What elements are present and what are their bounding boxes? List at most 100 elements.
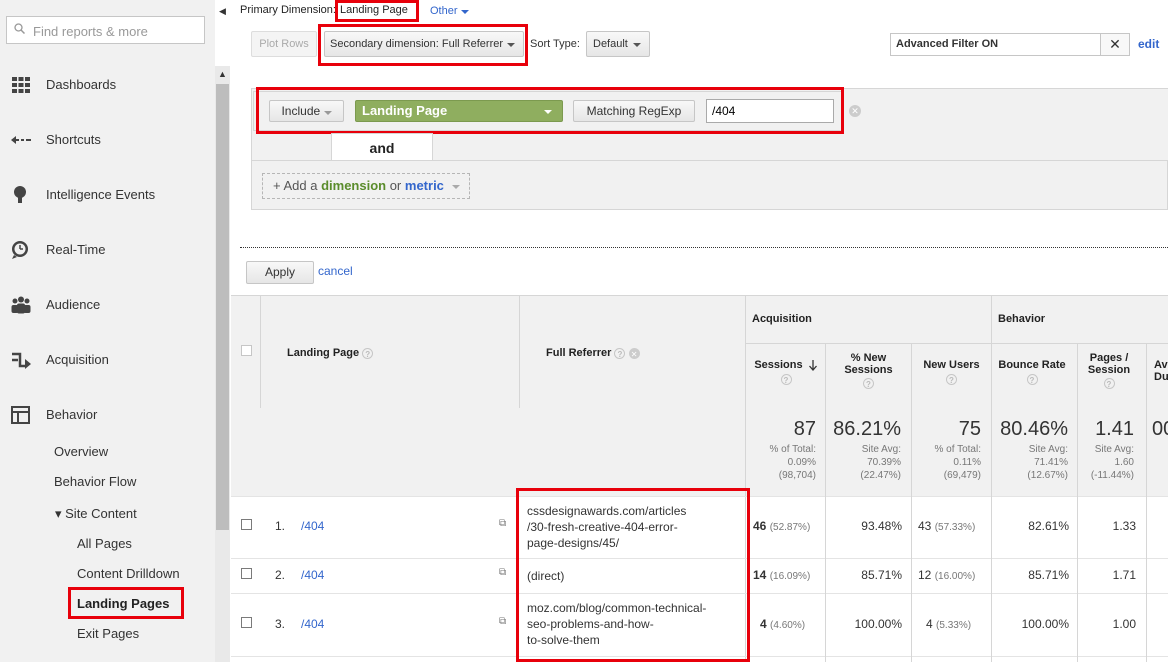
col-new-sessions[interactable]: % New Sessions ? [826,352,911,389]
divider [745,343,1168,344]
row-number: 2. [275,568,286,582]
acquisition-arrows-icon [12,352,31,369]
help-icon[interactable]: ? [946,373,957,385]
close-icon[interactable]: ✕ [1100,34,1129,55]
collapse-sidebar-icon[interactable]: ◀ [215,0,230,22]
sessions-pct: (16.09%) [769,571,811,582]
detail-line: 1.60 [1114,457,1134,468]
sidebar: Dashboards Shortcuts Intelligence Events… [0,0,215,662]
add-dimension-link[interactable]: dimension [321,178,386,193]
nav-overview[interactable]: Overview [54,444,108,459]
divider [240,247,1168,248]
col-bounce-rate[interactable]: Bounce Rate ? [992,359,1072,385]
advanced-filter-label: Advanced Filter ON [896,38,999,50]
detail-line: % of Total: [769,444,816,455]
select-all-checkbox[interactable] [241,345,252,356]
pages-cell: 1.71 [1112,568,1136,582]
new-users-cell: 43 (57.33%) [918,519,975,533]
divider [260,296,261,408]
advanced-filter-field[interactable]: Advanced Filter ON ✕ [890,33,1130,56]
dashboard-grid-icon [12,77,30,93]
nav-behavior-flow[interactable]: Behavior Flow [54,474,136,489]
nav-exit-pages[interactable]: Exit Pages [77,626,139,641]
remove-secondary-dimension-icon[interactable]: ✕ [628,347,640,359]
other-label: Other [430,5,458,17]
open-page-icon[interactable]: ⧉ [499,518,506,529]
nav-acquisition[interactable]: Acquisition [0,340,215,380]
col-label: % New [850,352,887,364]
new-users-value: 4 [926,617,933,631]
detail-line: (69,479) [943,470,981,481]
help-icon[interactable]: ? [863,377,874,389]
nav-label: Real-Time [46,242,106,257]
help-icon[interactable]: ? [1103,377,1115,389]
help-icon[interactable]: ? [1026,373,1038,385]
nav-real-time[interactable]: Real-Time [0,230,215,270]
sort-type-dropdown[interactable]: Default [586,31,650,57]
plot-rows-button[interactable]: Plot Rows [251,31,317,57]
highlight-box [256,87,844,134]
col-label: Bounce Rate [998,359,1066,371]
open-page-icon[interactable]: ⧉ [499,616,506,627]
primary-dimension-label: Primary Dimension: [240,4,336,16]
nav-audience[interactable]: Audience [0,285,215,325]
sessions-cell: 4 (4.60%) [760,617,805,631]
chevron-down-icon [633,43,641,47]
new-users-value: 43 [918,519,932,533]
total-new-users: 75 [958,418,981,440]
bounce-rate-cell: 82.61% [1028,519,1069,533]
col-label: Landing Page [287,347,360,359]
nav-label: Audience [46,297,101,312]
apply-button[interactable]: Apply [246,261,314,284]
chevron-down-icon [451,184,460,189]
group-acquisition: Acquisition [752,313,812,325]
remove-condition-icon[interactable]: ✕ [849,105,861,117]
help-icon[interactable]: ? [614,347,626,359]
search-input[interactable] [31,21,203,41]
sidebar-scroll-thumb[interactable] [216,84,229,530]
pages-cell: 1.00 [1112,617,1136,631]
edit-filter-link[interactable]: edit [1138,37,1159,51]
nav-content-drilldown[interactable]: Content Drilldown [77,566,180,581]
search-field[interactable] [6,16,205,44]
row-number: 1. [275,519,286,533]
nav-site-content[interactable]: ▾ Site Content [55,506,137,522]
chevron-down-icon [460,10,469,14]
divider [519,296,520,408]
highlight-box [335,0,419,22]
landing-page-link[interactable]: /404 [301,519,324,533]
highlight-box [516,488,750,662]
row-checkbox[interactable] [241,519,252,530]
landing-page-link[interactable]: /404 [301,568,324,582]
col-full-referrer[interactable]: Full Referrer ? ✕ [546,347,640,359]
row-checkbox[interactable] [241,568,252,579]
total-bounce-rate: 80.46% [1000,418,1068,440]
detail-line: (-11.44%) [1090,470,1134,481]
cancel-link[interactable]: cancel [318,264,353,278]
nav-shortcuts[interactable]: Shortcuts [0,120,215,160]
open-page-icon[interactable]: ⧉ [499,567,506,578]
col-avg-duration[interactable]: Av Du [1154,359,1168,383]
nav-intelligence-events[interactable]: Intelligence Events [0,175,215,215]
help-icon[interactable]: ? [780,373,792,385]
add-metric-link[interactable]: metric [405,178,444,193]
new-users-cell: 12 (16.00%) [918,568,975,582]
col-sessions[interactable]: Sessions ? [746,359,826,385]
add-dimension-or-metric-button[interactable]: + Add a dimension or metric [262,173,470,199]
other-dimension-link[interactable]: Other [430,5,469,17]
scroll-up-icon[interactable]: ▲ [215,66,230,82]
col-label: Du [1154,371,1168,383]
detail-line: (12.67%) [1027,470,1068,481]
help-icon[interactable]: ? [362,347,374,359]
shortcut-arrow-icon [11,136,31,144]
nav-all-pages[interactable]: All Pages [77,536,132,551]
row-checkbox[interactable] [241,617,252,628]
nav-behavior[interactable]: Behavior [0,395,215,435]
bounce-rate-cell: 85.71% [1028,568,1069,582]
clock-icon [12,241,28,259]
col-pages-per-session[interactable]: Pages / Session ? [1078,352,1140,389]
col-new-users[interactable]: New Users ? [912,359,991,385]
landing-page-link[interactable]: /404 [301,617,324,631]
col-landing-page[interactable]: Landing Page ? [287,347,374,359]
nav-dashboards[interactable]: Dashboards [0,65,215,105]
